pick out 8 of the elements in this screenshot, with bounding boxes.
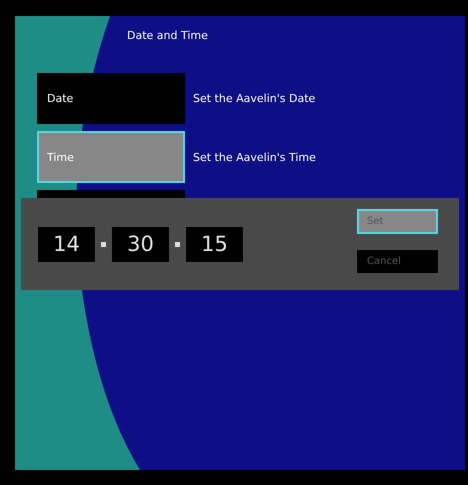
menu-description: Set the Aavelin's Time — [193, 150, 316, 164]
time-field[interactable]: 15 — [186, 226, 243, 262]
menu-button[interactable]: Date — [37, 73, 185, 124]
time-field[interactable]: 30 — [112, 226, 169, 262]
menu-description: Set the Aavelin's Date — [193, 92, 316, 105]
time-field[interactable]: 14 — [38, 226, 95, 262]
screen-title: Date and Time — [127, 29, 209, 43]
menu-button[interactable]: Time — [37, 131, 185, 183]
